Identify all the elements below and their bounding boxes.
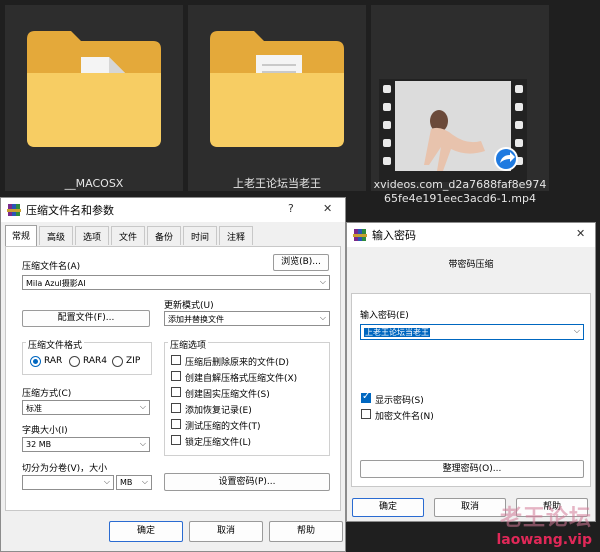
chevron-down-icon: ⌵ bbox=[139, 439, 146, 448]
password-panel: 输入密码(E) 上老王论坛当老王 ⌵ 显示密码(S) 加密文件名(N) 整理密码… bbox=[351, 293, 591, 487]
tab-time[interactable]: 时间 bbox=[183, 226, 217, 245]
opt-lock-checkbox[interactable] bbox=[171, 435, 181, 445]
split-size-combo[interactable]: ⌵ bbox=[22, 475, 114, 490]
tab-files[interactable]: 文件 bbox=[111, 226, 145, 245]
show-password-label: 显示密码(S) bbox=[375, 396, 424, 406]
opt-recovery-checkbox[interactable] bbox=[171, 403, 181, 413]
winrar-icon bbox=[7, 204, 21, 216]
folder-tile-laowang[interactable]: 上老王论坛当老王 bbox=[188, 5, 366, 191]
split-unit-value: MB bbox=[120, 478, 133, 487]
video-tile[interactable]: xvideos.com_d2a7688faf8e974 65fe4e191eec… bbox=[371, 5, 549, 205]
opt-solid-label: 创建固实压缩文件(S) bbox=[185, 390, 270, 400]
update-mode-value: 添加并替换文件 bbox=[168, 315, 224, 324]
password-value: 上老王论坛当老王 bbox=[364, 328, 430, 337]
opt-sfx-label: 创建自解压格式压缩文件(X) bbox=[185, 374, 298, 384]
password-input[interactable]: 上老王论坛当老王 ⌵ bbox=[360, 324, 584, 340]
tab-advanced[interactable]: 高级 bbox=[39, 226, 73, 245]
video-thumbnail bbox=[379, 79, 527, 182]
method-combo[interactable]: 标准 ⌵ bbox=[22, 400, 150, 415]
password-label: 输入密码(E) bbox=[360, 311, 409, 321]
watermark-url: laowang.vip bbox=[496, 532, 593, 548]
dict-combo[interactable]: 32 MB ⌵ bbox=[22, 437, 150, 452]
password-dialog: 输入密码 ✕ 带密码压缩 输入密码(E) 上老王论坛当老王 ⌵ 显示密码(S) … bbox=[346, 222, 596, 522]
help-button[interactable]: 帮助 bbox=[269, 521, 343, 542]
opt-solid-checkbox[interactable] bbox=[171, 387, 181, 397]
chevron-down-icon: ⌵ bbox=[103, 477, 110, 486]
help-icon[interactable]: ? bbox=[288, 202, 294, 215]
tab-comment[interactable]: 注释 bbox=[219, 226, 253, 245]
cancel-button[interactable]: 取消 bbox=[189, 521, 263, 542]
close-icon[interactable]: ✕ bbox=[323, 202, 332, 215]
radio-rar4-label: RAR4 bbox=[83, 356, 108, 366]
watermark-text: 老王论坛 bbox=[499, 506, 592, 531]
watermark: 老王论坛 laowang.vip bbox=[497, 500, 593, 548]
radio-rar4[interactable] bbox=[69, 356, 80, 367]
update-mode-label: 更新模式(U) bbox=[164, 301, 214, 311]
opt-test-checkbox[interactable] bbox=[171, 419, 181, 429]
tab-general[interactable]: 常规 bbox=[5, 225, 37, 246]
method-label: 压缩方式(C) bbox=[22, 389, 72, 399]
archive-name-combo[interactable]: Mila Azul摄影AI ⌵ bbox=[22, 275, 330, 290]
ok-button[interactable]: 确定 bbox=[109, 521, 183, 542]
folder-icon bbox=[210, 31, 344, 147]
opt-test-label: 测试压缩的文件(T) bbox=[185, 422, 261, 432]
radio-rar-label: RAR bbox=[44, 356, 63, 366]
opt-sfx-checkbox[interactable] bbox=[171, 371, 181, 381]
radio-zip[interactable] bbox=[112, 356, 123, 367]
radio-rar[interactable] bbox=[30, 356, 41, 367]
general-panel: 压缩文件名(A) 浏览(B)... Mila Azul摄影AI ⌵ 更新模式(U… bbox=[5, 246, 341, 511]
archive-name-value: Mila Azul摄影AI bbox=[26, 279, 86, 288]
archive-dialog-title: 压缩文件名和参数 bbox=[26, 204, 114, 217]
split-unit-combo[interactable]: MB ⌵ bbox=[116, 475, 152, 490]
archive-name-label: 压缩文件名(A) bbox=[22, 262, 81, 272]
organize-passwords-button[interactable]: 整理密码(O)... bbox=[360, 460, 584, 478]
radio-zip-label: ZIP bbox=[126, 356, 141, 366]
winrar-icon bbox=[353, 229, 367, 241]
close-icon[interactable]: ✕ bbox=[576, 227, 585, 240]
password-dialog-titlebar: 输入密码 ✕ bbox=[347, 223, 595, 247]
chevron-down-icon: ⌵ bbox=[141, 477, 148, 486]
opt-lock-label: 锁定压缩文件(L) bbox=[185, 438, 252, 448]
opt-delete-after-checkbox[interactable] bbox=[171, 355, 181, 365]
chevron-down-icon: ⌵ bbox=[139, 402, 146, 411]
opt-delete-after-label: 压缩后删除原来的文件(D) bbox=[185, 358, 289, 368]
video-name-line1: xvideos.com_d2a7688faf8e974 bbox=[373, 178, 547, 191]
format-label: 压缩文件格式 bbox=[26, 338, 85, 351]
encrypt-names-checkbox[interactable] bbox=[361, 409, 371, 419]
chevron-down-icon: ⌵ bbox=[573, 326, 580, 335]
encrypt-names-label: 加密文件名(N) bbox=[375, 412, 434, 422]
opt-recovery-label: 添加恢复记录(E) bbox=[185, 406, 252, 416]
browse-button[interactable]: 浏览(B)... bbox=[273, 254, 329, 271]
method-value: 标准 bbox=[26, 404, 42, 413]
archive-dialog: 压缩文件名和参数 ? ✕ 常规 高级 选项 文件 备份 时间 注释 压缩文件名(… bbox=[0, 197, 346, 552]
tab-backup[interactable]: 备份 bbox=[147, 226, 181, 245]
ok-button[interactable]: 确定 bbox=[352, 498, 424, 517]
profile-button[interactable]: 配置文件(F)... bbox=[22, 310, 150, 327]
chevron-down-icon: ⌵ bbox=[319, 313, 326, 322]
folder-tile-macosx[interactable]: __MACOSX bbox=[5, 5, 183, 191]
dict-value: 32 MB bbox=[26, 440, 52, 449]
folder-icon bbox=[27, 31, 161, 147]
cancel-button[interactable]: 取消 bbox=[434, 498, 506, 517]
password-dialog-title: 输入密码 bbox=[372, 229, 416, 242]
show-password-checkbox[interactable] bbox=[361, 391, 371, 403]
update-mode-combo[interactable]: 添加并替换文件 ⌵ bbox=[164, 311, 330, 326]
set-password-button[interactable]: 设置密码(P)... bbox=[164, 473, 330, 491]
tab-options[interactable]: 选项 bbox=[75, 226, 109, 245]
chevron-down-icon: ⌵ bbox=[319, 277, 326, 286]
video-name-line2: 65fe4e191eec3acd6-1.mp4 bbox=[384, 192, 536, 205]
password-heading: 带密码压缩 bbox=[448, 260, 494, 270]
split-label: 切分为分卷(V)，大小 bbox=[22, 464, 108, 474]
dict-label: 字典大小(I) bbox=[22, 426, 68, 436]
options-label: 压缩选项 bbox=[168, 338, 209, 351]
folder-name: 上老王论坛当老王 bbox=[233, 177, 321, 190]
archive-dialog-titlebar: 压缩文件名和参数 ? ✕ bbox=[1, 198, 345, 222]
folder-name: __MACOSX bbox=[64, 177, 124, 190]
film-strip-icon bbox=[379, 79, 527, 182]
